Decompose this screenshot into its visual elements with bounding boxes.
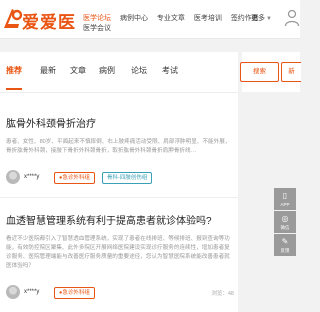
search-button[interactable]: 搜索 <box>240 62 279 82</box>
app-label: APP <box>280 202 290 207</box>
wechat-label: 微信 <box>280 225 290 230</box>
author-name[interactable]: x****y <box>24 289 39 295</box>
nav-item-articles[interactable]: 专业文章 <box>157 13 185 23</box>
nav-item-conferences[interactable]: 医学会议 <box>83 23 111 33</box>
feed-tabs: 推荐 最新 文章 病例 论坛 考试 <box>0 52 238 93</box>
tab-latest[interactable]: 最新 <box>40 65 56 76</box>
nav-item-cases[interactable]: 病例中心 <box>120 13 148 23</box>
category-tag[interactable]: ●急诊外科组 <box>54 287 95 299</box>
app-icon: ▯ <box>282 191 288 200</box>
divider <box>0 197 238 198</box>
wechat-button[interactable]: ◎ 微信 <box>274 211 296 233</box>
tab-exams[interactable]: 考试 <box>162 65 178 76</box>
tab-recommended[interactable]: 推荐 <box>6 65 22 76</box>
article-excerpt: 患者、女性、80岁、平面起来不慎摔倒、右上肢疼痛活动受限、肩部浮肿明显、不能外展… <box>6 139 231 154</box>
article-title[interactable]: 血透智慧管理系统有利于提高患者就诊体验吗? <box>6 212 234 227</box>
feedback-label: 反馈 <box>280 248 290 253</box>
user-icon[interactable] <box>284 9 300 27</box>
floating-toolbar: ▯ APP ◎ 微信 ✎ 反馈 <box>274 188 296 257</box>
avatar[interactable] <box>6 285 20 299</box>
nav-item-training[interactable]: 医考培训 <box>194 13 222 23</box>
article-meta: x****y ●急诊外科组 骨科-四肢创伤组 <box>6 170 234 188</box>
chevron-down-icon: ▼ <box>266 16 272 22</box>
tab-forum[interactable]: 论坛 <box>131 65 147 76</box>
site-logo[interactable]: 爱爱医 <box>0 4 76 34</box>
article-excerpt: 看近不少医院都引入了智慧透血管理系统，实现了患者在线排班、等候排班、报到查询等功… <box>6 236 230 269</box>
view-count: 浏览：48 <box>211 291 234 297</box>
site-header: 爱爱医 医学论坛 病例中心 专业文章 医考培训 签约作者 医学会议 更多▼ <box>0 0 300 39</box>
brand-name: 爱爱医 <box>22 13 76 33</box>
tab-cases[interactable]: 病例 <box>99 65 115 76</box>
nav-item-forum[interactable]: 医学论坛 <box>83 13 111 23</box>
logo-mark-icon <box>4 9 23 28</box>
active-tab-indicator <box>6 88 22 90</box>
feed-card: 推荐 最新 文章 病例 论坛 考试 肱骨外科颈骨折治疗 患者、女性、80岁、平面… <box>0 52 238 312</box>
category-tag[interactable]: 骨科-四肢创伤组 <box>102 172 153 184</box>
feedback-icon: ✎ <box>281 237 289 246</box>
wechat-icon: ◎ <box>281 214 289 223</box>
article-item[interactable]: 血透智慧管理系统有利于提高患者就诊体验吗? 看近不少医院都引入了智慧透血管理系统… <box>6 212 234 303</box>
article-item[interactable]: 肱骨外科颈骨折治疗 患者、女性、80岁、平面起来不慎摔倒、右上肢疼痛活动受限、肩… <box>6 115 234 188</box>
article-meta: x****y ●急诊外科组 浏览：48 <box>6 285 234 303</box>
author-name[interactable]: x****y <box>24 174 39 180</box>
article-title[interactable]: 肱骨外科颈骨折治疗 <box>6 115 234 130</box>
more-label: 更多 <box>251 15 265 22</box>
tab-articles[interactable]: 文章 <box>70 65 86 76</box>
category-tag[interactable]: ●急诊外科组 <box>54 172 95 184</box>
new-post-button[interactable]: 新 <box>281 62 301 82</box>
feedback-button[interactable]: ✎ 反馈 <box>274 234 296 256</box>
more-menu[interactable]: 更多▼ <box>251 13 272 23</box>
app-button[interactable]: ▯ APP <box>274 188 296 210</box>
avatar[interactable] <box>6 170 20 184</box>
